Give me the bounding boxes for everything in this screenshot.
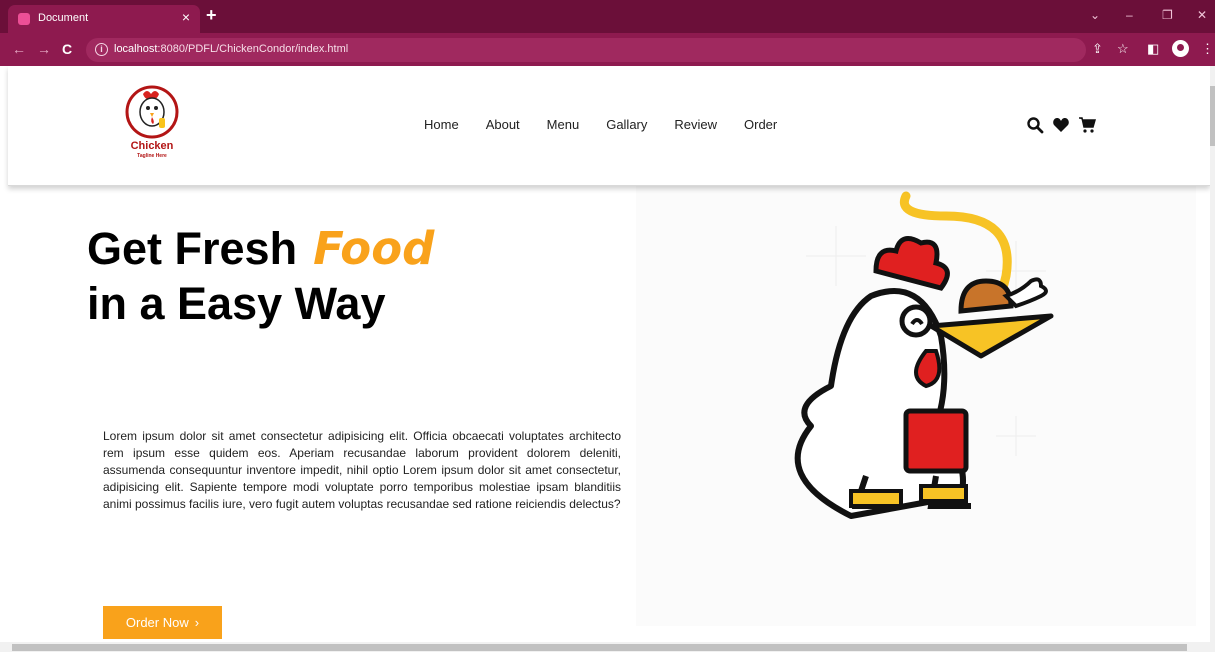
menu-kebab-icon[interactable]: ⋮: [1201, 41, 1214, 57]
vertical-scroll-thumb[interactable]: [1210, 86, 1215, 146]
new-tab-icon[interactable]: +: [206, 5, 217, 26]
tab-title: Document: [38, 12, 89, 24]
hero-title-accent: Food: [313, 222, 435, 275]
profile-avatar-icon[interactable]: [1172, 40, 1189, 57]
order-now-button[interactable]: Order Now ›: [103, 606, 222, 639]
nav-link-order[interactable]: Order: [744, 117, 777, 132]
minimize-icon[interactable]: –: [1126, 8, 1133, 22]
tab-close-icon[interactable]: ×: [182, 9, 190, 25]
logo-name: Chicken: [130, 140, 174, 152]
url-text: localhost:8080/PDFL/ChickenCondor/index.…: [114, 43, 349, 55]
site-header: Chicken Tagline Here Home About Menu Gal…: [8, 66, 1210, 186]
site-info-icon[interactable]: i: [95, 43, 108, 56]
hero-chicken-illustration: [636, 186, 1196, 626]
nav-link-review[interactable]: Review: [674, 117, 717, 132]
hero-title-line1: Get Fresh: [87, 223, 298, 274]
nav-link-about[interactable]: About: [486, 117, 520, 132]
logo-tagline: Tagline Here: [137, 153, 167, 159]
close-window-icon[interactable]: ✕: [1197, 8, 1207, 22]
vertical-scrollbar[interactable]: [1210, 66, 1215, 642]
nav-link-home[interactable]: Home: [424, 117, 459, 132]
hero-title: Get Fresh Food in a Easy Way: [87, 221, 434, 331]
header-actions: [1026, 116, 1096, 134]
nav-link-gallary[interactable]: Gallary: [606, 117, 647, 132]
search-icon[interactable]: [1026, 116, 1044, 134]
back-icon[interactable]: ←: [12, 41, 26, 57]
reload-icon[interactable]: C: [62, 41, 72, 57]
chef-chicken-image: [794, 191, 1054, 519]
chicken-logo-icon: [125, 85, 179, 139]
tab-favicon-icon: [18, 13, 30, 25]
side-panel-icon[interactable]: ◧: [1147, 41, 1159, 57]
hero-title-line2: in a Easy Way: [87, 278, 386, 329]
horizontal-scroll-thumb[interactable]: [12, 644, 1187, 651]
forward-icon[interactable]: →: [37, 41, 51, 57]
chevron-right-icon: ›: [194, 615, 200, 630]
tab-search-icon[interactable]: ⌄: [1090, 8, 1100, 22]
restore-icon[interactable]: ❐: [1162, 8, 1173, 22]
cart-icon[interactable]: [1078, 116, 1096, 134]
heart-icon[interactable]: [1052, 116, 1070, 134]
site-logo[interactable]: Chicken Tagline Here: [123, 84, 181, 164]
order-now-label: Order Now: [125, 615, 189, 630]
bookmark-star-icon[interactable]: ☆: [1117, 41, 1129, 57]
browser-toolbar: ← → C i localhost:8080/PDFL/ChickenCondo…: [0, 33, 1215, 66]
page-viewport: Chicken Tagline Here Home About Menu Gal…: [0, 66, 1210, 642]
nav-link-menu[interactable]: Menu: [547, 117, 580, 132]
browser-tab[interactable]: Document ×: [8, 5, 200, 33]
main-nav: Home About Menu Gallary Review Order: [424, 117, 777, 132]
address-bar[interactable]: i localhost:8080/PDFL/ChickenCondor/inde…: [86, 38, 1086, 62]
browser-tab-bar: Document × + ⌄ – ❐ ✕: [0, 0, 1215, 33]
hero-description: Lorem ipsum dolor sit amet consectetur a…: [103, 429, 621, 511]
horizontal-scrollbar[interactable]: [0, 642, 1215, 652]
share-icon[interactable]: ⇪: [1092, 41, 1103, 57]
